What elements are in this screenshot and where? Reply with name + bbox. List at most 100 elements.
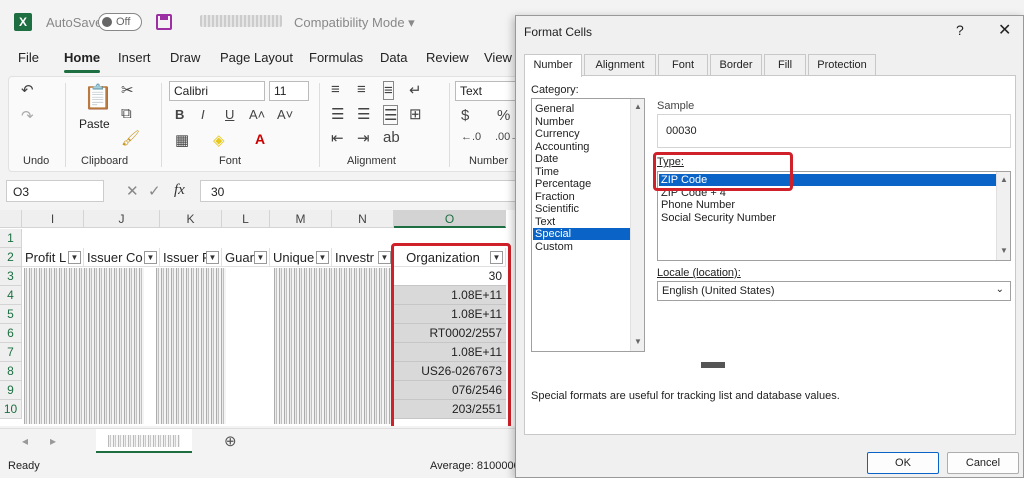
type-scrollbar[interactable]: ▲ ▼ (996, 172, 1010, 260)
ok-button[interactable]: OK (867, 452, 939, 474)
add-sheet-icon[interactable]: ⊕ (224, 432, 237, 450)
filter-dropdown-icon[interactable]: ▼ (378, 251, 391, 264)
row-header[interactable]: 3 (0, 267, 22, 286)
autosave-toggle[interactable]: Off (98, 13, 142, 31)
list-item[interactable]: Text (535, 216, 555, 228)
next-sheet-icon[interactable]: ▸ (50, 434, 56, 448)
tab-review[interactable]: Review (426, 50, 469, 65)
borders-icon[interactable]: ▦ (175, 131, 189, 149)
row-header[interactable]: 1 (0, 229, 22, 248)
tab-insert[interactable]: Insert (118, 50, 151, 65)
tab-alignment[interactable]: Alignment (584, 54, 656, 76)
tab-protection[interactable]: Protection (808, 54, 876, 76)
redo-icon[interactable]: ↷ (21, 107, 34, 125)
locale-select[interactable]: English (United States) ⌄ (657, 281, 1011, 301)
list-item[interactable]: General (535, 103, 574, 115)
scroll-up-icon[interactable]: ▲ (634, 102, 642, 111)
filter-dropdown-icon[interactable]: ▼ (144, 251, 157, 264)
font-color-icon[interactable]: A (255, 131, 265, 147)
row-header[interactable]: 6 (0, 324, 22, 343)
orientation-icon[interactable]: ab (383, 129, 400, 146)
tab-data[interactable]: Data (380, 50, 407, 65)
list-item[interactable]: Scientific (535, 203, 579, 215)
increase-decimal-icon[interactable]: ←.0 (461, 131, 481, 143)
tab-draw[interactable]: Draw (170, 50, 200, 65)
bold-icon[interactable]: B (175, 107, 184, 122)
font-shrink-icon[interactable]: A˅ (277, 107, 293, 122)
column-header-n[interactable]: N (332, 210, 394, 228)
row-header[interactable]: 5 (0, 305, 22, 324)
tab-font[interactable]: Font (658, 54, 708, 76)
save-icon[interactable] (156, 14, 172, 30)
currency-icon[interactable]: $ (461, 107, 469, 124)
tab-fill[interactable]: Fill (764, 54, 806, 76)
list-item[interactable]: Social Security Number (661, 212, 776, 224)
row-header[interactable]: 9 (0, 381, 22, 400)
merge-center-icon[interactable]: ⊞ (409, 105, 422, 123)
scroll-up-icon[interactable]: ▲ (1000, 175, 1008, 184)
row-header[interactable]: 2 (0, 248, 22, 267)
filter-dropdown-icon[interactable]: ▼ (68, 251, 81, 264)
font-size-select[interactable]: 11 (269, 81, 309, 101)
list-item[interactable]: Currency (535, 128, 580, 140)
table-header-cell[interactable]: Issuer Co ▼ (84, 248, 160, 267)
filter-dropdown-icon[interactable]: ▼ (206, 251, 219, 264)
tab-number[interactable]: Number (524, 54, 582, 77)
scroll-down-icon[interactable]: ▼ (1000, 246, 1008, 255)
list-item-selected[interactable]: Special (533, 228, 630, 240)
tab-home[interactable]: Home (64, 50, 100, 65)
table-header-cell[interactable]: Profit L ▼ (22, 248, 84, 267)
tab-formulas[interactable]: Formulas (309, 50, 363, 65)
sheet-tab[interactable] (96, 429, 192, 453)
list-item[interactable]: Accounting (535, 141, 589, 153)
row-header[interactable]: 7 (0, 343, 22, 362)
font-grow-icon[interactable]: A˄ (249, 107, 265, 122)
row-header[interactable]: 8 (0, 362, 22, 381)
column-header-k[interactable]: K (160, 210, 222, 228)
list-item[interactable]: Percentage (535, 178, 591, 190)
column-header-o[interactable]: O (394, 210, 506, 228)
tab-border[interactable]: Border (710, 54, 762, 76)
formula-input[interactable]: 30 (200, 180, 520, 202)
category-list[interactable]: General Number Currency Accounting Date … (531, 98, 645, 352)
align-bottom-icon[interactable]: ≡ (383, 81, 394, 100)
list-item[interactable]: Date (535, 153, 558, 165)
help-icon[interactable]: ? (956, 22, 964, 38)
underline-icon[interactable]: U (225, 107, 234, 122)
increase-indent-icon[interactable]: ⇥ (357, 129, 370, 147)
compatibility-mode-label[interactable]: Compatibility Mode ▾ (294, 15, 415, 31)
insert-function-icon[interactable]: fx (174, 182, 185, 199)
category-scrollbar[interactable]: ▲ ▼ (630, 99, 644, 351)
copy-icon[interactable]: ⧉ (121, 105, 132, 122)
align-right-icon[interactable]: ☰ (383, 105, 399, 125)
column-header-m[interactable]: M (270, 210, 332, 228)
cut-icon[interactable]: ✂ (121, 81, 134, 99)
tab-view[interactable]: View (484, 50, 512, 65)
format-painter-icon[interactable]: 🖌 (121, 129, 140, 147)
prev-sheet-icon[interactable]: ◂ (22, 434, 28, 448)
table-header-cell[interactable]: Unique ▼ (270, 248, 332, 267)
close-icon[interactable]: ✕ (998, 20, 1011, 40)
table-header-cell[interactable]: Guar ▼ (222, 248, 270, 267)
select-all-corner[interactable] (0, 210, 22, 228)
cancel-icon[interactable]: ✕ (126, 182, 139, 200)
name-box[interactable]: O3 (6, 180, 104, 202)
column-header-l[interactable]: L (222, 210, 270, 228)
cancel-button[interactable]: Cancel (947, 452, 1019, 474)
list-item[interactable]: Time (535, 166, 559, 178)
list-item[interactable]: Phone Number (661, 199, 735, 211)
tab-file[interactable]: File (18, 50, 39, 65)
table-header-cell[interactable]: Issuer F ▼ (160, 248, 222, 267)
scroll-down-icon[interactable]: ▼ (634, 337, 642, 346)
align-center-icon[interactable]: ☰ (357, 105, 370, 123)
italic-icon[interactable]: I (201, 107, 205, 122)
table-header-cell[interactable]: Investr ▼ (332, 248, 394, 267)
filter-dropdown-icon[interactable]: ▼ (316, 251, 329, 264)
enter-icon[interactable]: ✓ (148, 182, 161, 200)
column-header-i[interactable]: I (22, 210, 84, 228)
list-item[interactable]: Custom (535, 241, 573, 253)
align-left-icon[interactable]: ☰ (331, 105, 344, 123)
paste-icon[interactable]: 📋 (83, 83, 113, 112)
column-header-j[interactable]: J (84, 210, 160, 228)
undo-icon[interactable]: ↶ (21, 81, 34, 99)
